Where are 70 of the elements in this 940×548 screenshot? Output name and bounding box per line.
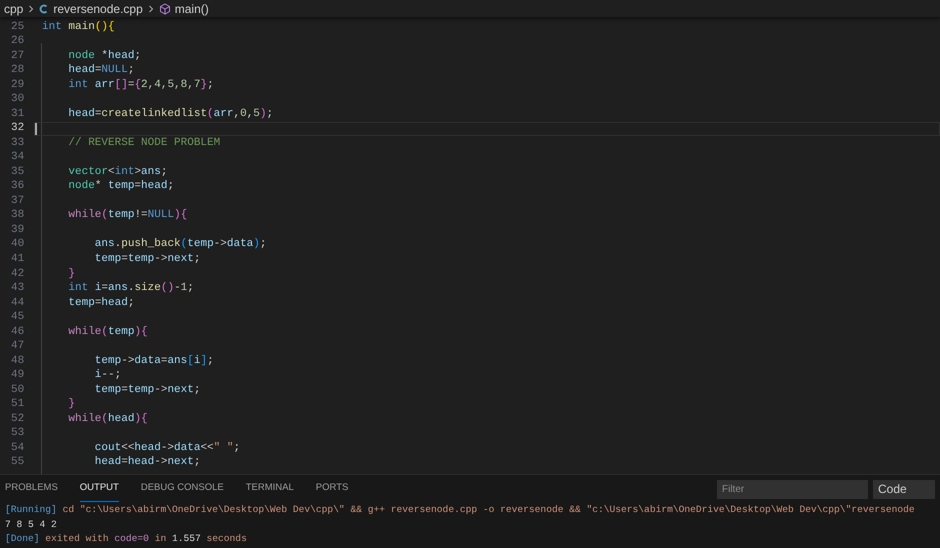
line-number: 51 [10, 399, 26, 410]
line-number: 54 [10, 442, 26, 454]
code-line: int i=ans.size()-1; [67, 283, 194, 294]
panel-tab[interactable]: TERMINAL [246, 476, 294, 502]
code-line: head=head->next; [94, 457, 200, 468]
code-line: head=NULL; [67, 65, 134, 76]
breadcrumb-item[interactable]: cpp [4, 0, 24, 18]
filter-field[interactable]: Filter [717, 480, 868, 498]
line-number: 45 [10, 312, 26, 324]
code-line: temp->data=ans[i]; [94, 356, 214, 367]
line-number: 26 [10, 36, 26, 48]
code-line: } [67, 399, 76, 410]
panel-tab[interactable]: DEBUG CONSOLE [140, 476, 224, 502]
line-number: 27 [10, 50, 26, 62]
line-number: 34 [10, 152, 26, 164]
line-number: 37 [10, 196, 26, 207]
line-number: 55 [10, 457, 26, 468]
line-number: 28 [10, 65, 26, 76]
breadcrumb-item[interactable]: reversenode.cpp [53, 0, 143, 18]
line-number: 32 [10, 123, 26, 134]
line-number: 42 [10, 268, 26, 280]
chevron-right-icon [146, 4, 155, 12]
line-number: 47 [10, 341, 26, 352]
panel-tab[interactable]: PROBLEMS [5, 476, 58, 502]
line-number: 30 [10, 94, 26, 106]
line-number: 35 [10, 166, 26, 178]
code-line: ans.push_back(temp->data); [94, 239, 266, 250]
line-number: 46 [10, 326, 26, 338]
line-number: 49 [10, 370, 26, 382]
output-line: [Done] exited with code=0 in 1.557 seconds [5, 532, 247, 546]
code-line: while(temp!=NULL){ [67, 210, 188, 222]
code-line: } [67, 268, 76, 280]
breadcrumb-item[interactable]: main() [174, 0, 209, 18]
line-number: 48 [10, 356, 26, 367]
line-number: 50 [10, 384, 26, 396]
output-line: [Running] cd "c:\Users\abirm\OneDrive\Desktop\Web Dev\cpp\" && g++ reversenode.cpp -o reversenode && "c:\Users\abirm\OneDrive\Desktop\Web Dev\cpp\"reversenode [5, 503, 915, 517]
line-number: 25 [10, 22, 26, 33]
cpp-file-icon [39, 4, 50, 14]
chevron-right-icon [27, 4, 36, 12]
code-line: int arr[]={2,4,5,8,7}; [67, 80, 214, 91]
code-line: int main(){ [42, 22, 115, 33]
code-line: cout<<head->data<<" "; [94, 442, 240, 454]
line-number: 52 [10, 414, 26, 425]
code-line: while(temp){ [67, 326, 148, 338]
line-number: 39 [10, 224, 26, 236]
panel-tab[interactable]: OUTPUT [80, 476, 119, 502]
code-line: // REVERSE NODE PROBLEM [67, 138, 220, 149]
code-line: i--; [94, 370, 122, 382]
code-line: node* temp=head; [67, 181, 174, 192]
line-number: 41 [10, 254, 26, 265]
line-number: 44 [10, 298, 26, 309]
line-number: 38 [10, 210, 26, 222]
line-number: 33 [10, 138, 26, 149]
line-number: 36 [10, 181, 26, 192]
line-number: 53 [10, 428, 26, 440]
line-number: 43 [10, 283, 26, 294]
code-line: while(head){ [67, 414, 148, 425]
code-line: head=createlinkedlist(arr,0,5); [67, 108, 274, 120]
code-line: temp=temp->next; [94, 254, 200, 265]
output-line: 7 8 5 4 2 [5, 518, 57, 532]
panel-tab[interactable]: PORTS [316, 476, 348, 502]
line-number: 29 [10, 80, 26, 91]
code-line: node *head; [67, 50, 142, 62]
code-line: temp=head; [67, 298, 134, 309]
line-number: 31 [10, 108, 26, 120]
line-number: 40 [10, 239, 26, 250]
cube-icon [158, 2, 171, 14]
code-line: temp=temp->next; [94, 384, 200, 396]
output-channel-dropdown[interactable]: Code [873, 480, 935, 498]
code-line: vector<int>ans; [67, 166, 168, 178]
